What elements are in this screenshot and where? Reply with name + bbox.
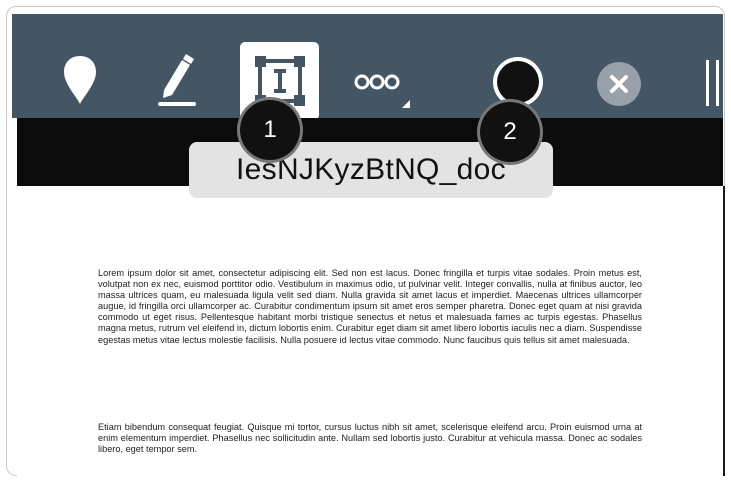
annotation-toolbar — [12, 14, 723, 120]
close-button[interactable] — [596, 61, 642, 107]
callout-badge-1: 1 — [240, 100, 300, 160]
drag-handle[interactable] — [704, 58, 722, 108]
pen-icon — [158, 54, 196, 106]
color-swatch-icon — [493, 57, 543, 107]
pin-tool-button[interactable] — [60, 54, 100, 106]
pin-icon — [64, 56, 96, 104]
document-paragraph: Etiam bibendum consequat feugiat. Quisqu… — [98, 422, 642, 455]
document-paragraph: Lorem ipsum dolor sit amet, consectetur … — [98, 268, 642, 345]
color-picker-button[interactable] — [490, 54, 546, 110]
more-icon — [354, 74, 410, 108]
callout-badge-2: 2 — [480, 102, 540, 162]
pen-tool-button[interactable] — [152, 52, 202, 108]
close-icon — [597, 62, 641, 106]
more-options-button[interactable] — [352, 62, 412, 112]
drag-handle-icon — [706, 60, 719, 106]
